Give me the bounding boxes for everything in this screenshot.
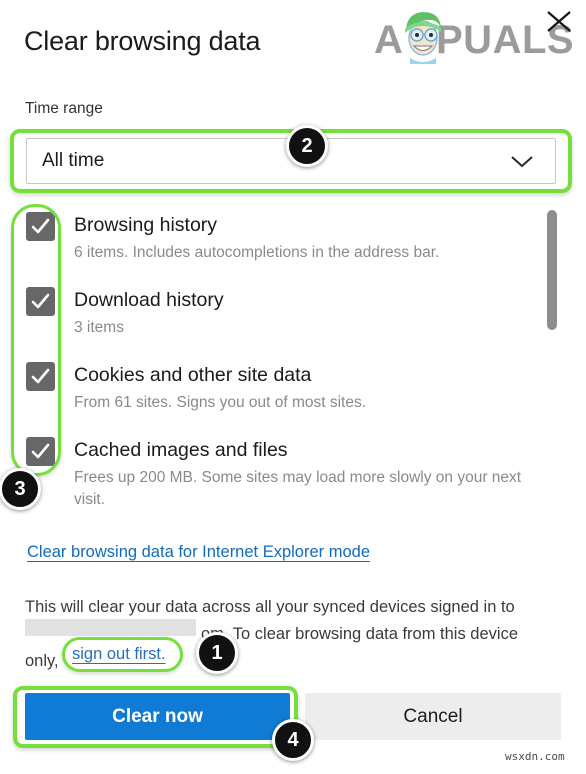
clear-browsing-data-dialog: Clear browsing data A PUALS Time range A… bbox=[0, 0, 586, 774]
option-description: Frees up 200 MB. Some sites may load mor… bbox=[74, 469, 522, 508]
option-description: 6 items. Includes autocompletions in the… bbox=[74, 244, 440, 261]
option-description: From 61 sites. Signs you out of most sit… bbox=[74, 394, 367, 411]
step-badge-2: 2 bbox=[286, 125, 328, 167]
option-title: Cookies and other site data bbox=[74, 364, 312, 386]
step-badge-3: 3 bbox=[0, 468, 41, 510]
watermark: wsxdn.com bbox=[505, 750, 565, 763]
close-icon[interactable] bbox=[540, 4, 578, 38]
time-range-label: Time range bbox=[25, 100, 103, 117]
page-title: Clear browsing data bbox=[24, 26, 261, 56]
redacted-account-email bbox=[25, 619, 196, 636]
step-badge-4: 4 bbox=[272, 719, 314, 761]
highlight-box-clear-now bbox=[13, 686, 298, 748]
brand-letter-a: A bbox=[374, 18, 403, 62]
list-scrollbar[interactable] bbox=[546, 205, 558, 495]
sync-note-line3: only, bbox=[25, 652, 59, 670]
sync-note-line2: om. To clear browsing data from this dev… bbox=[201, 625, 519, 643]
option-title: Download history bbox=[74, 289, 224, 311]
dialog-header: Clear browsing data A PUALS bbox=[0, 0, 586, 92]
mascot-icon bbox=[405, 12, 441, 64]
clear-ie-mode-link[interactable]: Clear browsing data for Internet Explore… bbox=[27, 543, 370, 562]
option-description: 3 items bbox=[74, 319, 124, 336]
option-title: Cached images and files bbox=[74, 439, 288, 461]
sync-note-line1: This will clear your data across all you… bbox=[25, 598, 515, 616]
data-type-option-list: Browsing history 6 items. Includes autoc… bbox=[0, 204, 586, 508]
highlight-box-checkboxes bbox=[11, 204, 61, 476]
step-badge-1: 1 bbox=[196, 632, 238, 674]
highlight-box-sign-out bbox=[62, 637, 183, 672]
scrollbar-thumb[interactable] bbox=[547, 210, 557, 330]
cancel-button[interactable]: Cancel bbox=[305, 693, 561, 740]
option-title: Browsing history bbox=[74, 214, 218, 236]
